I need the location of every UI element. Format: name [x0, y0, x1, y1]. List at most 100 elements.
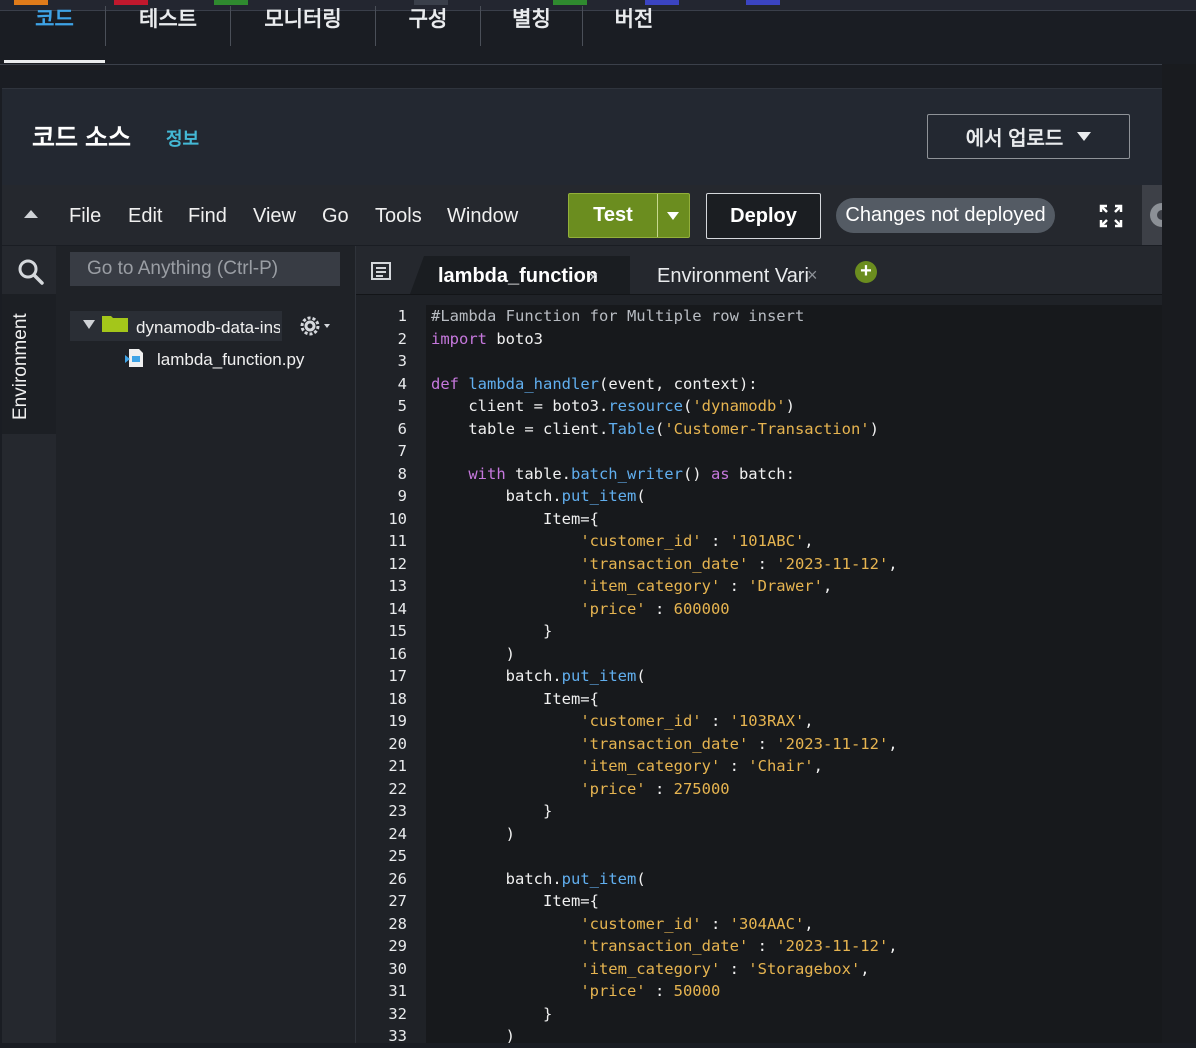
menu-edit[interactable]: Edit — [128, 205, 162, 228]
line-number: 28 — [388, 914, 407, 933]
code-line: 'transaction_date' : '2023-11-12', — [426, 733, 1162, 756]
code-token: 'Customer-Transaction' — [664, 419, 870, 438]
code-token: , — [804, 532, 814, 550]
page-right-margin — [1162, 64, 1196, 1043]
code-line: ) — [426, 823, 1162, 846]
code-token: boto3 — [487, 329, 543, 348]
line-number: 10 — [388, 509, 407, 528]
code-line: 'transaction_date' : '2023-11-12', — [426, 553, 1162, 576]
code-token: } — [431, 1004, 553, 1023]
test-split-button: Test — [568, 193, 690, 238]
code-token: as — [710, 464, 730, 483]
info-link[interactable]: 정보 — [166, 125, 199, 151]
menu-window[interactable]: Window — [447, 205, 518, 228]
tab-versions[interactable]: 버전 — [583, 0, 685, 44]
tab-monitoring[interactable]: 모니터링 — [231, 0, 375, 44]
upload-from-button[interactable]: 에서 업로드 — [927, 114, 1130, 159]
line-number: 13 — [388, 577, 407, 595]
editor-tab-environment-vars[interactable]: Environment Vari — [657, 256, 809, 294]
line-number: 24 — [388, 824, 407, 843]
goto-anything-input[interactable]: Go to Anything (Ctrl-P) — [70, 252, 340, 286]
code-token: } — [431, 622, 553, 640]
search-icon[interactable] — [17, 258, 45, 286]
menu-go[interactable]: Go — [322, 205, 349, 228]
close-tab-icon[interactable]: × — [588, 268, 599, 286]
line-number-gutter: 1 2 3 4 5 6 7 8 9 10 11 12 13 14 15 16 17 18 19 20 21 22 23 24 2… — [356, 305, 426, 1048]
tree-settings-gear-icon[interactable] — [300, 316, 332, 336]
environment-panel-tab[interactable]: Environment — [10, 313, 32, 420]
upload-from-label: 에서 업로드 — [965, 128, 1064, 150]
code-line: 'customer_id' : '103RAX', — [426, 710, 1162, 733]
collapse-arrow-icon[interactable] — [24, 210, 38, 218]
menu-find[interactable]: Find — [188, 205, 227, 228]
code-token: : — [720, 959, 749, 978]
line-number: 14 — [388, 599, 407, 618]
add-tab-icon[interactable]: + — [855, 261, 877, 283]
code-token: batch_writer — [570, 464, 683, 483]
code-token: (event, context): — [599, 374, 758, 393]
code-token: 275000 — [673, 779, 730, 798]
code-token: client — [431, 397, 534, 415]
code-line: 'customer_id' : '304AAC', — [426, 913, 1162, 936]
code-line: 'price' : 275000 — [426, 778, 1162, 801]
code-token: 'item_category' — [580, 959, 721, 978]
tree-expand-icon[interactable] — [83, 320, 95, 329]
line-number: 23 — [388, 802, 407, 820]
code-token: 'transaction_date' — [580, 937, 749, 955]
code-token: #Lambda Function for Multiple row insert — [431, 307, 805, 325]
tab-test[interactable]: 테스트 — [106, 0, 230, 44]
line-number: 30 — [388, 959, 407, 978]
line-number: 12 — [388, 554, 407, 573]
code-token: '103RAX' — [729, 712, 805, 730]
test-button[interactable]: Test — [569, 194, 657, 237]
code-line: ) — [426, 643, 1162, 666]
code-line: table = client.Table('Customer-Transacti… — [426, 418, 1162, 441]
file-name[interactable]: lambda_function.py — [157, 350, 304, 370]
line-number: 7 — [397, 442, 407, 460]
code-token: 'item_category' — [580, 757, 721, 775]
menu-file[interactable]: File — [69, 205, 101, 228]
code-token: : — [748, 937, 777, 955]
code-token: 'dynamodb' — [692, 397, 786, 415]
tab-configuration[interactable]: 구성 — [376, 0, 480, 44]
code-token: 'customer_id' — [580, 712, 702, 730]
menu-view[interactable]: View — [253, 205, 296, 228]
line-number: 4 — [397, 374, 407, 393]
code-area[interactable]: #Lambda Function for Multiple row insert… — [426, 305, 1162, 1043]
folder-name[interactable]: dynamodb-data-insert — [136, 318, 280, 338]
code-token: ( — [636, 487, 646, 505]
tab-code[interactable]: 코드 — [4, 0, 105, 44]
deploy-button[interactable]: Deploy — [706, 193, 821, 239]
code-token: '2023-11-12' — [776, 734, 889, 753]
code-line: batch.put_item( — [426, 868, 1162, 891]
code-token: 'price' — [580, 599, 646, 618]
code-token: } — [431, 802, 553, 820]
fullscreen-icon[interactable] — [1099, 204, 1123, 228]
python-file-icon — [125, 349, 143, 367]
code-token: ( — [682, 397, 693, 415]
line-number: 26 — [388, 869, 407, 888]
tab-menu-icon[interactable] — [371, 262, 391, 280]
code-token: 'customer_id' — [580, 914, 702, 933]
tab-aliases[interactable]: 별칭 — [481, 0, 582, 44]
code-token: '304AAC' — [729, 914, 805, 933]
code-token: '2023-11-12' — [776, 937, 889, 955]
line-number: 16 — [388, 644, 407, 663]
test-dropdown-button[interactable] — [658, 194, 689, 237]
code-token: = boto3. — [533, 397, 609, 415]
code-token: , — [804, 914, 814, 933]
close-tab-icon[interactable]: × — [807, 266, 818, 284]
settings-gear-icon[interactable] — [1142, 185, 1162, 245]
code-token: : — [748, 734, 777, 753]
code-token: table = client. — [431, 419, 609, 438]
code-token: : — [701, 532, 730, 550]
code-token: , — [822, 577, 833, 595]
menu-tools[interactable]: Tools — [375, 205, 422, 228]
